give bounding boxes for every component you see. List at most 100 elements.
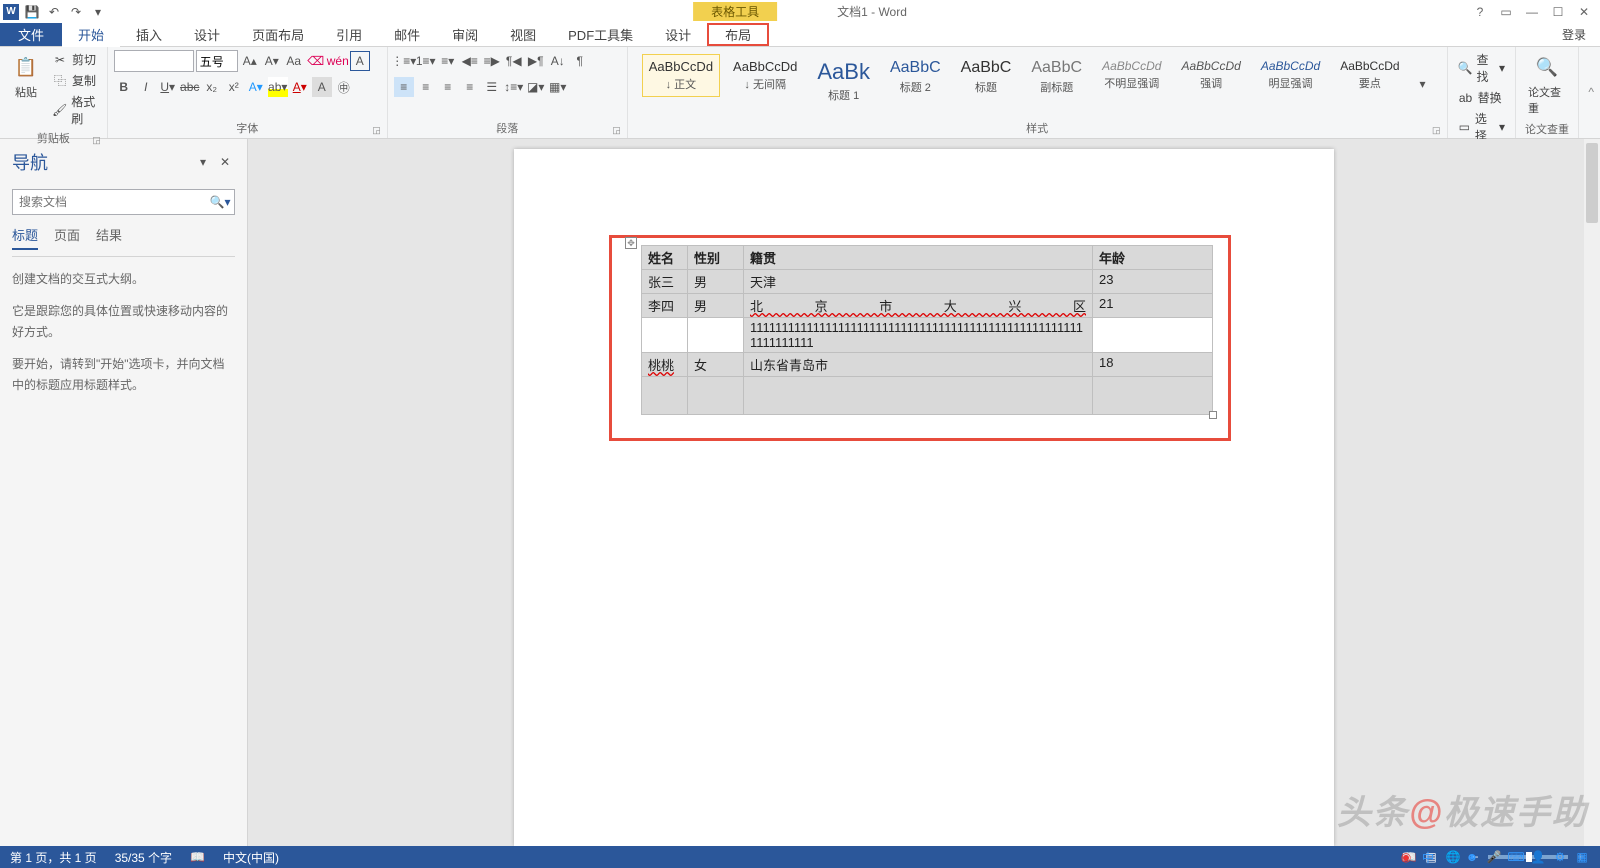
tray-user-icon[interactable]: 👤 bbox=[1530, 849, 1546, 865]
decrease-indent-button[interactable]: ◀≡ bbox=[460, 51, 480, 71]
redo-button[interactable]: ↷ bbox=[67, 3, 85, 21]
nav-close-button[interactable]: ✕ bbox=[215, 152, 235, 172]
sort-button[interactable]: A↓ bbox=[548, 51, 568, 71]
font-size-select[interactable] bbox=[196, 50, 238, 72]
nav-tab-headings[interactable]: 标题 bbox=[12, 225, 38, 250]
line-spacing-button[interactable]: ↕≡▾ bbox=[504, 77, 524, 97]
tab-view[interactable]: 视图 bbox=[494, 23, 552, 46]
char-border-button[interactable]: A bbox=[350, 51, 370, 71]
style-item[interactable]: AaBk标题 1 bbox=[810, 54, 877, 108]
increase-font-button[interactable]: A▴ bbox=[240, 51, 260, 71]
nav-dropdown[interactable]: ▾ bbox=[193, 152, 213, 172]
help-button[interactable]: ? bbox=[1470, 2, 1490, 22]
phonetic-button[interactable]: wén bbox=[328, 51, 348, 71]
th-origin[interactable]: 籍贯 bbox=[744, 246, 1093, 270]
tab-table-design[interactable]: 设计 bbox=[649, 23, 707, 46]
distribute-button[interactable]: ☰ bbox=[482, 77, 502, 97]
font-name-select[interactable] bbox=[114, 50, 194, 72]
table-row[interactable] bbox=[642, 377, 1213, 415]
style-gallery[interactable]: AaBbCcDd↓ 正文AaBbCcDd↓ 无间隔AaBk标题 1 AaBbC标题… bbox=[634, 50, 1441, 118]
table-header-row[interactable]: 姓名 性别 籍贯 年龄 bbox=[642, 246, 1213, 270]
borders-button[interactable]: ▦▾ bbox=[548, 77, 568, 97]
style-item[interactable]: AaBbCcDd要点 bbox=[1333, 54, 1406, 96]
nav-tab-pages[interactable]: 页面 bbox=[54, 225, 80, 250]
th-gender[interactable]: 性别 bbox=[688, 246, 744, 270]
subscript-button[interactable]: x₂ bbox=[202, 77, 222, 97]
styles-launcher[interactable]: ◲ bbox=[1432, 125, 1441, 136]
align-center-button[interactable]: ≡ bbox=[416, 77, 436, 97]
find-button[interactable]: 🔍查找▾ bbox=[1454, 50, 1509, 86]
paragraph-launcher[interactable]: ◲ bbox=[612, 125, 621, 136]
bullets-button[interactable]: ⋮≡▾ bbox=[394, 51, 414, 71]
copy-button[interactable]: ⿻复制 bbox=[48, 71, 101, 90]
tray-icon[interactable]: , bbox=[1442, 849, 1458, 865]
italic-button[interactable]: I bbox=[136, 77, 156, 97]
maximize-button[interactable]: ☐ bbox=[1548, 2, 1568, 22]
tray-mic-icon[interactable]: 🎤 bbox=[1486, 849, 1502, 865]
multilevel-button[interactable]: ≡▾ bbox=[438, 51, 458, 71]
table-row[interactable]: 1111111111111111111111111111111111111111… bbox=[642, 318, 1213, 353]
document-area[interactable]: ✥ 姓名 性别 籍贯 年龄 张三 男 天津 23 李四 bbox=[248, 139, 1600, 846]
tab-home[interactable]: 开始 bbox=[62, 23, 120, 47]
show-marks-button[interactable]: ¶ bbox=[570, 51, 590, 71]
text-effects-button[interactable]: A▾ bbox=[246, 77, 266, 97]
table-row[interactable]: 李四 男 北 京 市 大 兴 区 21 bbox=[642, 294, 1213, 318]
style-item[interactable]: AaBbCcDd↓ 正文 bbox=[642, 54, 720, 97]
tab-file[interactable]: 文件 bbox=[0, 23, 62, 46]
style-item[interactable]: AaBbCcDd明显强调 bbox=[1254, 54, 1327, 96]
table-move-handle[interactable]: ✥ bbox=[625, 237, 637, 249]
paste-button[interactable]: 📋 粘贴 bbox=[6, 50, 46, 103]
save-button[interactable]: 💾 bbox=[23, 3, 41, 21]
tab-insert[interactable]: 插入 bbox=[120, 23, 178, 46]
thesis-check-button[interactable]: 🔍 论文查重 bbox=[1522, 50, 1572, 119]
scrollbar-thumb[interactable] bbox=[1586, 143, 1598, 223]
shading-button[interactable]: ◪▾ bbox=[526, 77, 546, 97]
align-justify-button[interactable]: ≡ bbox=[460, 77, 480, 97]
increase-indent-button[interactable]: ≡▶ bbox=[482, 51, 502, 71]
vertical-scrollbar[interactable] bbox=[1584, 139, 1600, 846]
th-age[interactable]: 年龄 bbox=[1093, 246, 1213, 270]
status-page[interactable]: 第 1 页，共 1 页 bbox=[10, 849, 97, 866]
styles-more-button[interactable]: ▾ bbox=[1413, 74, 1433, 94]
nav-tab-results[interactable]: 结果 bbox=[96, 225, 122, 250]
status-words[interactable]: 35/35 个字 bbox=[115, 849, 172, 866]
undo-button[interactable]: ↶ bbox=[45, 3, 63, 21]
qat-dropdown[interactable]: ▾ bbox=[89, 3, 107, 21]
clipboard-launcher[interactable]: ◲ bbox=[92, 135, 101, 146]
style-item[interactable]: AaBbC副标题 bbox=[1024, 54, 1089, 100]
tab-pdf[interactable]: PDF工具集 bbox=[552, 23, 649, 46]
status-proofing-icon[interactable]: 📖 bbox=[190, 850, 205, 864]
search-input[interactable] bbox=[13, 190, 206, 214]
style-item[interactable]: AaBbC标题 bbox=[954, 54, 1019, 100]
font-color-button[interactable]: A▾ bbox=[290, 77, 310, 97]
table-resize-handle[interactable] bbox=[1209, 411, 1217, 419]
ltr-button[interactable]: ¶◀ bbox=[504, 51, 524, 71]
change-case-button[interactable]: Aa bbox=[284, 51, 304, 71]
tab-table-layout[interactable]: 布局 bbox=[707, 23, 769, 46]
tray-settings-icon[interactable]: ⚙ bbox=[1552, 849, 1568, 865]
style-item[interactable]: AaBbCcDd↓ 无间隔 bbox=[726, 54, 804, 97]
status-language[interactable]: 中文(中国) bbox=[223, 849, 279, 866]
close-button[interactable]: ✕ bbox=[1574, 2, 1594, 22]
align-right-button[interactable]: ≡ bbox=[438, 77, 458, 97]
tab-review[interactable]: 审阅 bbox=[436, 23, 494, 46]
tab-references[interactable]: 引用 bbox=[320, 23, 378, 46]
ribbon-collapse[interactable]: ^ bbox=[1579, 47, 1600, 138]
tray-ime-icon[interactable]: 中 bbox=[1420, 849, 1436, 865]
style-item[interactable]: AaBbCcDd不明显强调 bbox=[1095, 54, 1168, 96]
underline-button[interactable]: U▾ bbox=[158, 77, 178, 97]
table-row[interactable]: 张三 男 天津 23 bbox=[642, 270, 1213, 294]
tab-design[interactable]: 设计 bbox=[178, 23, 236, 46]
nav-search[interactable]: 🔍▾ bbox=[12, 189, 235, 215]
cut-button[interactable]: ✂剪切 bbox=[48, 50, 101, 69]
align-left-button[interactable]: ≡ bbox=[394, 77, 414, 97]
tray-keyboard-icon[interactable]: ⌨ bbox=[1508, 849, 1524, 865]
tray-icon[interactable]: ▦ bbox=[1574, 849, 1590, 865]
tray-icon[interactable]: ☻ bbox=[1464, 849, 1480, 865]
strike-button[interactable]: abc bbox=[180, 77, 200, 97]
tab-mailings[interactable]: 邮件 bbox=[378, 23, 436, 46]
minimize-button[interactable]: — bbox=[1522, 2, 1542, 22]
numbering-button[interactable]: 1≡▾ bbox=[416, 51, 436, 71]
table-row[interactable]: 桃桃 女 山东省青岛市 18 bbox=[642, 353, 1213, 377]
th-name[interactable]: 姓名 bbox=[642, 246, 688, 270]
